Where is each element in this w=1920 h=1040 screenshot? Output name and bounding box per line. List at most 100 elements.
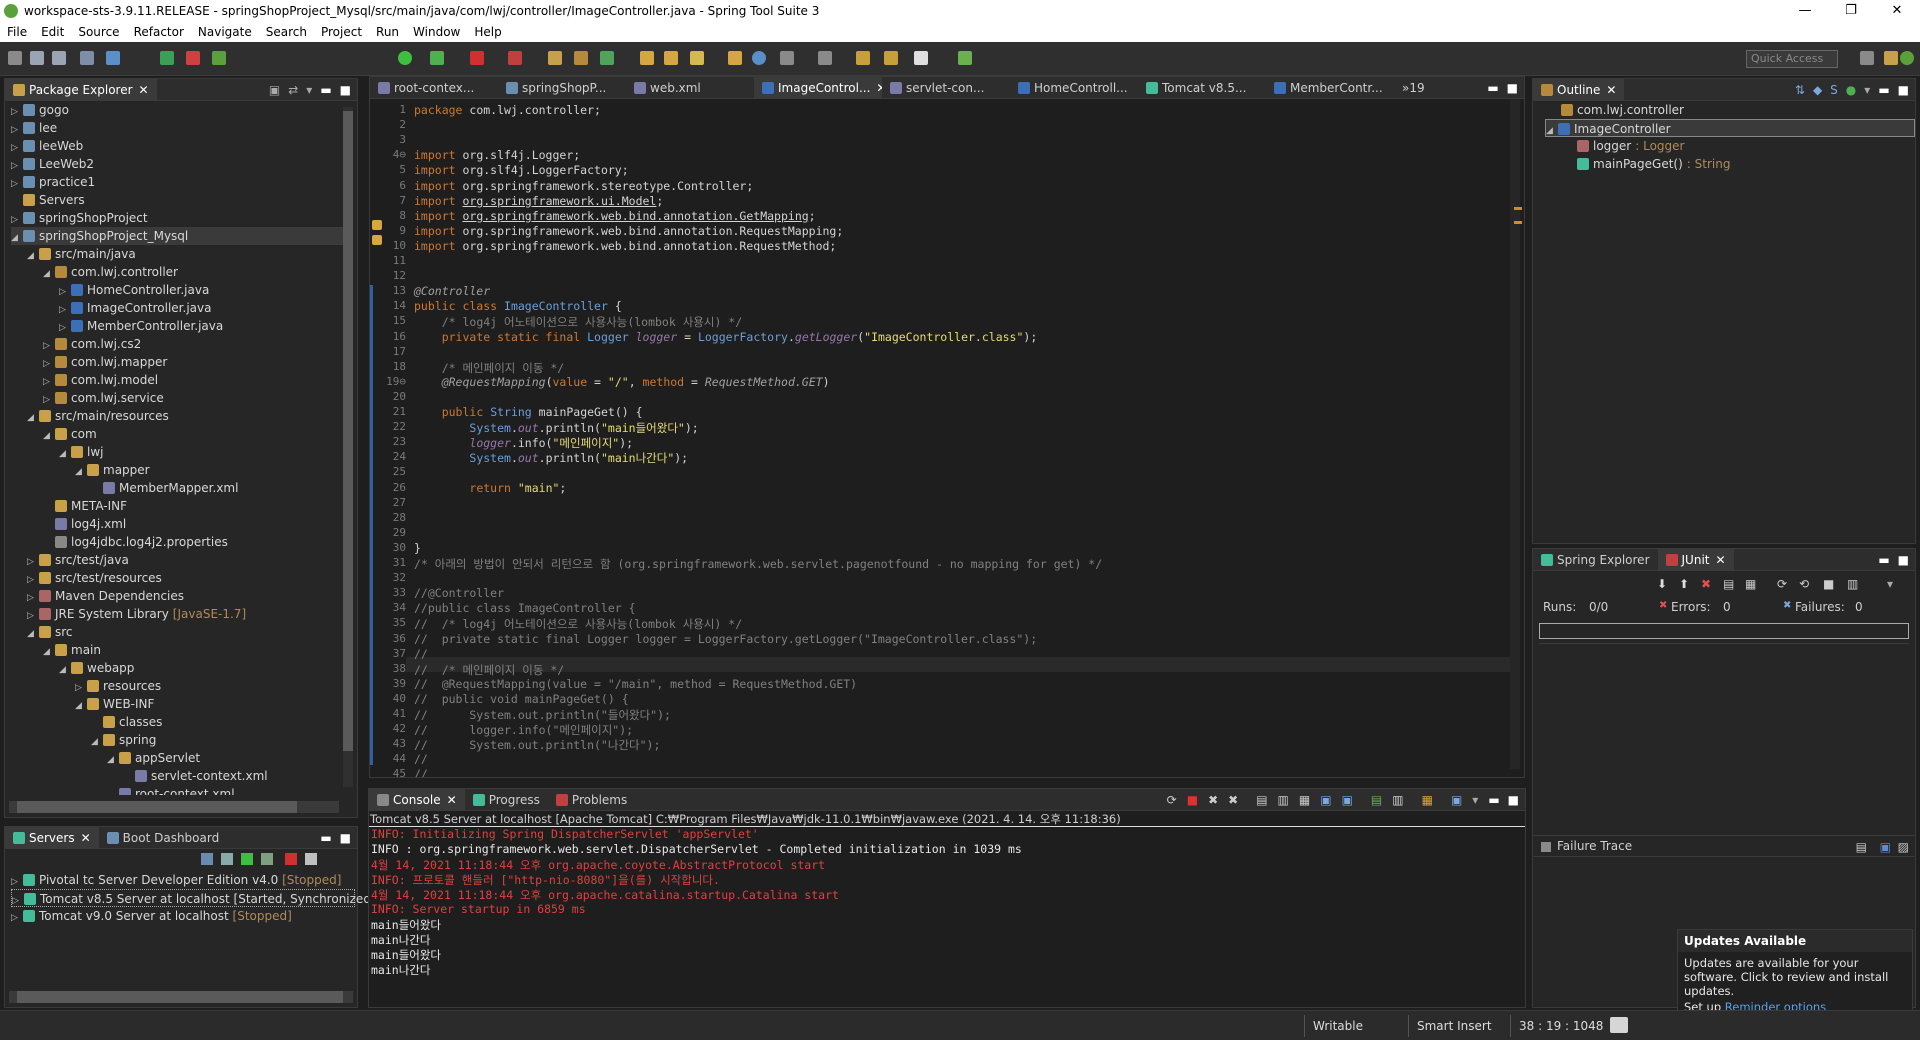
menu-edit[interactable]: Edit xyxy=(34,25,71,39)
sort-icon[interactable]: ⇅ xyxy=(1795,83,1805,97)
code-line[interactable]: // /* log4j 어노테이션으로 사용사능(lombok 사용시) */ xyxy=(414,616,742,632)
tree-item[interactable]: ◢ src/main/resources xyxy=(27,407,169,425)
tab-progress[interactable]: Progress xyxy=(465,789,548,811)
tree-item[interactable]: ◢ main xyxy=(43,641,101,659)
code-line[interactable]: logger.info("메인페이지"); xyxy=(414,435,633,451)
code-line[interactable]: //public class ImageController { xyxy=(414,601,636,615)
terminate-icon[interactable] xyxy=(470,51,484,65)
code-line[interactable]: package com.lwj.controller; xyxy=(414,103,601,117)
show-stdout-icon[interactable]: ▣ xyxy=(1320,793,1331,807)
print-icon[interactable] xyxy=(80,51,94,65)
hide-static-icon[interactable]: S xyxy=(1830,83,1838,97)
java-console-icon[interactable]: ▣ xyxy=(1451,793,1462,807)
tree-item[interactable]: ▷ practice1 xyxy=(11,173,95,191)
code-line[interactable]: // xyxy=(414,767,428,777)
tree-item[interactable]: ▷ com.lwj.mapper xyxy=(43,353,167,371)
minimize-view-icon[interactable]: ▬ xyxy=(1878,553,1889,567)
outline-item[interactable]: logger: Logger xyxy=(1577,137,1684,155)
expand-toggle-icon[interactable]: ◢ xyxy=(75,463,87,481)
spring-perspective-icon[interactable] xyxy=(1900,51,1914,65)
close-icon[interactable]: ✕ xyxy=(139,83,149,97)
code-line[interactable]: // xyxy=(414,752,428,766)
expand-toggle-icon[interactable]: ◢ xyxy=(43,265,55,283)
rerun-icon[interactable]: ⟳ xyxy=(1777,577,1787,591)
minimize-view-icon[interactable]: ▬ xyxy=(1487,81,1498,95)
scroll-lock-icon[interactable]: ▤ xyxy=(1723,577,1734,591)
save-all-icon[interactable] xyxy=(52,51,66,65)
run-icon[interactable] xyxy=(398,51,412,65)
new-java-project-icon[interactable] xyxy=(548,51,562,65)
expand-toggle-icon[interactable]: ◢ xyxy=(91,733,103,751)
new-package-icon[interactable] xyxy=(574,51,588,65)
tab-editor-6[interactable]: Tomcat v8.5... xyxy=(1138,77,1266,99)
code-line[interactable]: // System.out.println("나간다"); xyxy=(414,737,660,753)
tree-item[interactable]: ◢ src xyxy=(27,623,73,641)
terminate-icon[interactable]: ■ xyxy=(1187,793,1198,807)
code-line[interactable]: import org.springframework.web.bind.anno… xyxy=(414,209,816,223)
restart-icon[interactable]: ⟳ xyxy=(1167,793,1177,807)
maximize-view-icon[interactable]: ■ xyxy=(340,831,351,845)
expand-toggle-icon[interactable]: ▷ xyxy=(11,909,23,927)
expand-toggle-icon[interactable]: ◢ xyxy=(27,625,39,643)
prev-failure-icon[interactable]: ⬆ xyxy=(1679,577,1689,591)
expand-toggle-icon[interactable]: ◢ xyxy=(59,445,71,463)
code-line[interactable]: // System.out.println("들어왔다"); xyxy=(414,707,671,723)
view-menu-icon[interactable]: ▾ xyxy=(1472,793,1478,807)
tree-item[interactable]: ◢ lwj xyxy=(59,443,103,461)
server-publish-icon[interactable] xyxy=(261,853,273,865)
code-line[interactable]: /* 메인페이지 이동 */ xyxy=(414,360,565,376)
tree-item[interactable]: MemberMapper.xml xyxy=(91,479,238,497)
link-editor-icon[interactable]: ⇄ xyxy=(288,83,298,97)
server-profile-icon[interactable] xyxy=(221,853,233,865)
maximize-view-icon[interactable]: ■ xyxy=(340,83,351,97)
forward-icon[interactable] xyxy=(884,51,898,65)
code-line[interactable]: // @RequestMapping(value = "/main", meth… xyxy=(414,677,857,691)
search-icon[interactable] xyxy=(690,51,704,65)
expand-toggle-icon[interactable]: ◢ xyxy=(107,751,119,769)
run-dropdown-icon[interactable] xyxy=(430,51,444,65)
next-edit-icon[interactable] xyxy=(914,51,928,65)
tab-boot-dashboard[interactable]: Boot Dashboard xyxy=(99,827,228,849)
server-stop-icon[interactable] xyxy=(285,853,297,865)
tree-item[interactable]: ◢ com.lwj.controller xyxy=(43,263,178,281)
tree-item[interactable]: ▷ HomeController.java xyxy=(59,281,209,299)
code-editor[interactable]: root-contex... springShopP... web.xml Image… xyxy=(369,76,1525,778)
tab-package-explorer[interactable]: Package Explorer ✕ xyxy=(5,78,157,101)
code-line[interactable]: System.out.println("main나간다"); xyxy=(414,450,688,466)
console-output[interactable]: INFO: Initializing Spring DispatcherServ… xyxy=(369,827,1525,997)
code-line[interactable]: return "main"; xyxy=(414,481,566,495)
tab-junit[interactable]: JUnit ✕ xyxy=(1657,548,1734,571)
open-perspective-icon[interactable] xyxy=(1860,51,1874,65)
maximize-button[interactable]: ❐ xyxy=(1828,0,1874,22)
globe-icon[interactable] xyxy=(752,51,766,65)
tree-item[interactable]: classes xyxy=(91,713,162,731)
code-line[interactable]: System.out.println("main들어왔다"); xyxy=(414,420,698,436)
server-debug-icon[interactable] xyxy=(201,853,213,865)
new-icon[interactable] xyxy=(8,51,22,65)
expand-toggle-icon[interactable]: ◢ xyxy=(75,697,87,715)
minimize-view-icon[interactable]: ▬ xyxy=(320,831,331,845)
vertical-scrollbar[interactable] xyxy=(343,107,353,787)
tree-item[interactable]: ▷ Maven Dependencies xyxy=(27,587,184,605)
view-menu-icon[interactable]: ▾ xyxy=(306,83,312,97)
tab-editor-1[interactable]: springShopP... xyxy=(498,77,626,99)
tab-problems[interactable]: Problems xyxy=(548,789,635,811)
tree-item[interactable]: servlet-context.xml xyxy=(123,767,268,785)
code-line[interactable]: } xyxy=(414,541,421,555)
tab-spring-explorer[interactable]: Spring Explorer xyxy=(1533,549,1658,571)
scrollbar-thumb[interactable] xyxy=(17,991,343,1003)
code-line[interactable]: // xyxy=(414,647,428,661)
close-button[interactable]: ✕ xyxy=(1874,0,1920,22)
code-line[interactable]: private static final Logger logger = Log… xyxy=(414,330,1038,344)
tree-item[interactable]: ▷ LeeWeb2 xyxy=(11,155,94,173)
tree-item[interactable]: ◢ src/main/java xyxy=(27,245,136,263)
annotation-next-icon[interactable] xyxy=(780,51,794,65)
tab-editor-8[interactable]: »19 xyxy=(1394,77,1433,99)
scrollbar-thumb[interactable] xyxy=(343,111,353,751)
open-console-icon[interactable]: ▦ xyxy=(1422,793,1433,807)
tree-item[interactable]: ◢ WEB-INF xyxy=(75,695,154,713)
tree-item[interactable]: ▷ JRE System Library [JavaSE-1.7] xyxy=(27,605,246,623)
tree-item[interactable]: ▷ com.lwj.model xyxy=(43,371,158,389)
view-menu-icon[interactable]: ▾ xyxy=(1864,83,1870,97)
annotation-prev-icon[interactable] xyxy=(818,51,832,65)
